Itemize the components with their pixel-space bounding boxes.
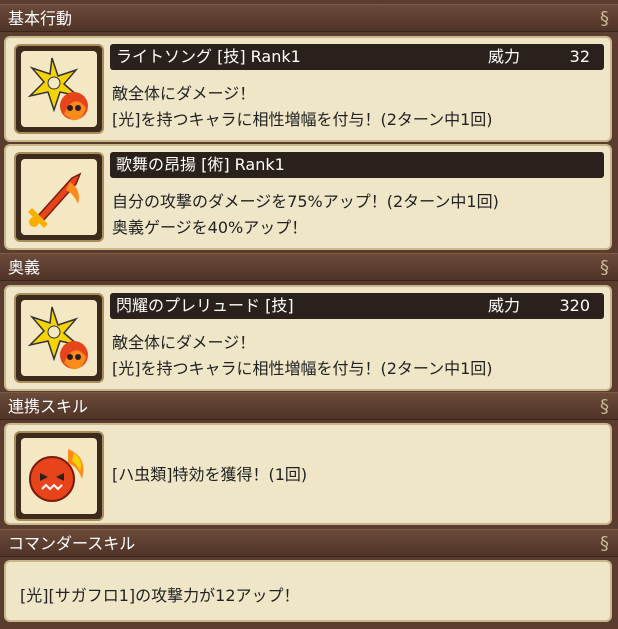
skill-title: 歌舞の昂揚 [術] Rank1 — [116, 155, 285, 174]
scroll-curl-icon: § — [600, 8, 609, 29]
section-title: コマンダースキル — [8, 534, 136, 553]
section-title: 基本行動 — [8, 9, 73, 28]
skill-card-renkei[interactable]: [ハ虫類]特効を獲得！(1回) — [4, 423, 612, 525]
power-label: 威力 — [487, 296, 520, 315]
skill-titlebar: 歌舞の昂揚 [術] Rank1 — [110, 152, 604, 178]
skill-desc-line: 自分の攻撃のダメージを75%アップ！(2ターン中1回) — [112, 192, 499, 211]
skill-titlebar: ライトソング [技] Rank1 威力 32 — [110, 44, 604, 70]
skill-card-commander[interactable]: [光][サガフロ1]の攻撃力が12アップ！ — [4, 560, 612, 622]
skill-title: 閃耀のプレリュード [技] — [116, 296, 294, 315]
skill-desc-line: [光][サガフロ1]の攻撃力が12アップ！ — [20, 586, 300, 605]
skill-title: ライトソング [技] Rank1 — [116, 47, 301, 66]
power-value: 320 — [559, 296, 590, 315]
skill-desc-line: [光]を持つキャラに相性増幅を付与！(2ターン中1回) — [112, 359, 493, 378]
shuriken-fire-icon — [14, 44, 104, 134]
scroll-curl-icon: § — [600, 396, 609, 417]
flaming-sword-icon — [14, 152, 104, 242]
skill-desc-line: [光]を持つキャラに相性増幅を付与！(2ターン中1回) — [112, 110, 493, 129]
skill-titlebar: 閃耀のプレリュード [技] 威力 320 — [110, 293, 604, 319]
skill-card-kabu[interactable]: 歌舞の昂揚 [術] Rank1 自分の攻撃のダメージを75%アップ！(2ターン中… — [4, 144, 612, 250]
skill-card-prelude[interactable]: 閃耀のプレリュード [技] 威力 320 敵全体にダメージ！ [光]を持つキャラ… — [4, 285, 612, 391]
section-header-renkei: 連携スキル § — [0, 392, 618, 420]
section-title: 奥義 — [8, 258, 41, 277]
skill-desc-line: [ハ虫類]特効を獲得！(1回) — [112, 465, 308, 484]
power-value: 32 — [569, 47, 590, 66]
section-header-commander: コマンダースキル § — [0, 529, 618, 557]
reptile-flame-icon — [14, 431, 104, 521]
power-label: 威力 — [487, 47, 520, 66]
scroll-curl-icon: § — [600, 533, 609, 554]
section-header-basic-action: 基本行動 § — [0, 4, 618, 32]
section-header-ougi: 奥義 § — [0, 253, 618, 281]
skill-card-light-song[interactable]: ライトソング [技] Rank1 威力 32 敵全体にダメージ！ [光]を持つキ… — [4, 36, 612, 142]
shuriken-fire-icon — [14, 293, 104, 383]
skill-desc-line: 奥義ゲージを40%アップ！ — [112, 218, 308, 237]
skill-desc-line: 敵全体にダメージ！ — [112, 84, 256, 103]
skill-desc-line: 敵全体にダメージ！ — [112, 333, 256, 352]
scroll-curl-icon: § — [600, 257, 609, 278]
section-title: 連携スキル — [8, 397, 89, 416]
